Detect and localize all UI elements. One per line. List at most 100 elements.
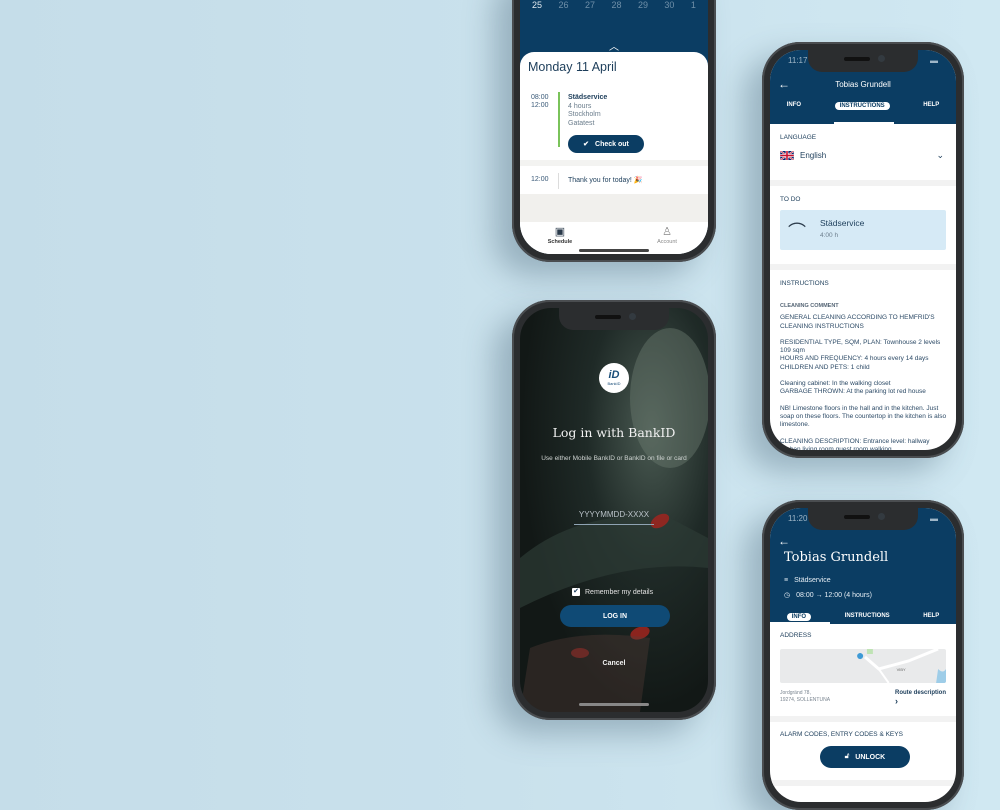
back-arrow-icon[interactable]: ←: [778, 534, 790, 548]
date-item[interactable]: 30: [664, 0, 674, 10]
end-time: 12:00: [531, 176, 549, 183]
instruction-paragraph: GENERAL CLEANING ACCORDING TO HEMFRID'S …: [780, 314, 935, 330]
todo-label: TO DO: [780, 196, 801, 203]
chevron-right-icon: ›: [894, 696, 898, 706]
chevron-up-icon[interactable]: ︿: [609, 38, 619, 53]
bottom-tab-bar: ▣ Schedule ♙ Account: [520, 222, 708, 254]
address-label: ADDRESS: [780, 632, 812, 639]
date-item[interactable]: 28: [611, 0, 621, 10]
battery-icon: ▬: [930, 514, 938, 523]
user-icon: ♙: [662, 226, 672, 238]
todo-duration: 4:00 h: [820, 232, 839, 239]
login-screen: iD BankID Log in with BankID Use either …: [520, 308, 708, 712]
lock-icon: 🔓︎: [844, 753, 850, 760]
tab-info[interactable]: INFO: [786, 613, 812, 621]
calendar-icon: ▣: [554, 226, 566, 238]
login-subtitle: Use either Mobile BankID or BankID on fi…: [541, 455, 687, 462]
tab-instructions[interactable]: INSTRUCTIONS: [845, 613, 890, 621]
instruction-paragraph: CLEANING DESCRIPTION: Entrance level: ha…: [780, 437, 930, 450]
notch: [808, 50, 918, 72]
route-description-link[interactable]: Route description ›: [895, 690, 946, 706]
status-time: 11:20: [788, 514, 808, 523]
day-title: Monday 11 April: [528, 60, 617, 74]
list-icon: ≡: [784, 577, 789, 584]
check-out-label: Check out: [595, 140, 629, 148]
date-item[interactable]: 1: [691, 0, 696, 10]
booking-duration: 4 hours: [568, 102, 592, 110]
map[interactable]: VIBY ●: [780, 649, 946, 683]
check-out-button[interactable]: ✔ Check out: [568, 135, 644, 153]
unlock-button[interactable]: 🔓︎ UNLOCK: [820, 746, 910, 768]
tab-label: Schedule: [547, 239, 573, 245]
divider: [770, 264, 956, 270]
alarm-codes-label: ALARM CODES, ENTRY CODES & KEYS: [780, 731, 903, 738]
log-in-button[interactable]: LOG IN: [560, 605, 670, 627]
booking-info[interactable]: Städservice 4 hours Stockholm Gatatest: [568, 94, 607, 128]
address-text: Jordgränd 78, 19274, SOLLENTUNA: [780, 690, 830, 703]
language-value: English: [800, 151, 827, 160]
divider: [770, 780, 956, 786]
tab-info[interactable]: INFO: [787, 102, 801, 110]
booking-end: 12:00: [531, 102, 549, 109]
notch: [808, 508, 918, 530]
booking-start: 08:00: [531, 94, 549, 101]
instruction-paragraph: Cleaning cabinet: In the walking closet …: [780, 380, 926, 396]
service-name: Städservice: [794, 577, 831, 584]
todo-service: Städservice: [820, 218, 865, 228]
date-item[interactable]: 27: [585, 0, 595, 10]
tab-bar: INFO INSTRUCTIONS HELP: [770, 102, 956, 110]
uk-flag-icon: [780, 151, 794, 160]
route-label: Route description: [894, 690, 946, 696]
home-indicator: [579, 703, 649, 706]
thanks-message: Thank you for today! 🎉: [568, 177, 643, 184]
svg-text:VIBY: VIBY: [897, 667, 906, 672]
active-tab-indicator: [834, 122, 894, 124]
cleaning-comment-label: CLEANING COMMENT: [780, 303, 839, 309]
date-strip: 25 26 27 28 29 30 1: [532, 0, 696, 10]
date-item[interactable]: 25: [532, 0, 542, 10]
map-pin-icon: ●: [856, 649, 865, 663]
timeline-divider: [558, 173, 559, 189]
tab-schedule[interactable]: ▣ Schedule: [540, 226, 580, 245]
phone-info: 11:20 ▬ ← Tobias Grundell ≡ Städservice …: [762, 500, 964, 810]
schedule-card: Monday 11 April 08:00 12:00 Städservice …: [520, 52, 708, 254]
remember-details[interactable]: ✔ Remember my details: [572, 588, 653, 596]
service-line: ≡ Städservice: [784, 577, 831, 584]
header-title: Tobias Grundell: [835, 80, 891, 89]
timeline-bar: [558, 92, 560, 147]
instructions-text: CLEANING COMMENT GENERAL CLEANING ACCORD…: [780, 302, 948, 450]
instruction-paragraph: NB! Limestone floors in the hall and in …: [780, 404, 947, 429]
battery-icon: ▬: [930, 56, 938, 65]
language-select[interactable]: English ⌄: [780, 150, 944, 161]
tab-label: Account: [657, 239, 677, 245]
phone-instructions: 11:17 ▬ ← Tobias Grundell INFO INSTRUCTI…: [762, 42, 964, 458]
remember-label: Remember my details: [585, 588, 654, 596]
tab-help[interactable]: HELP: [923, 102, 939, 110]
date-item[interactable]: 29: [638, 0, 648, 10]
phone-login: iD BankID Log in with BankID Use either …: [512, 300, 716, 720]
tab-account[interactable]: ♙ Account: [647, 226, 687, 245]
schedule-screen: 25 26 27 28 29 30 1 ︿ Monday 11 April 08…: [520, 0, 708, 254]
status-time: 11:17: [788, 56, 808, 65]
divider: [770, 180, 956, 186]
tab-bar: INFO INSTRUCTIONS HELP: [770, 613, 956, 621]
bankid-logo: iD BankID: [599, 363, 629, 393]
cancel-button[interactable]: Cancel: [520, 660, 708, 667]
divider: [520, 160, 708, 166]
unlock-label: UNLOCK: [855, 753, 886, 761]
instructions-screen: 11:17 ▬ ← Tobias Grundell INFO INSTRUCTI…: [770, 50, 956, 450]
date-item[interactable]: 26: [558, 0, 568, 10]
instructions-label: INSTRUCTIONS: [780, 280, 829, 287]
divider: [770, 716, 956, 722]
tab-instructions[interactable]: INSTRUCTIONS: [834, 102, 890, 110]
clock-icon: ◷: [784, 592, 791, 599]
remember-checkbox[interactable]: ✔: [572, 588, 580, 596]
checkmark-icon: ✔: [583, 141, 590, 148]
todo-card[interactable]: ⌒ Städservice 4:00 h: [780, 210, 946, 250]
client-name: Tobias Grundell: [784, 550, 889, 565]
home-indicator: [579, 249, 649, 252]
personal-number-input[interactable]: [574, 508, 654, 525]
tab-help[interactable]: HELP: [923, 613, 939, 621]
time-range: 08:00 → 12:00 (4 hours): [796, 591, 872, 599]
vacuum-icon: ⌒: [788, 222, 806, 242]
